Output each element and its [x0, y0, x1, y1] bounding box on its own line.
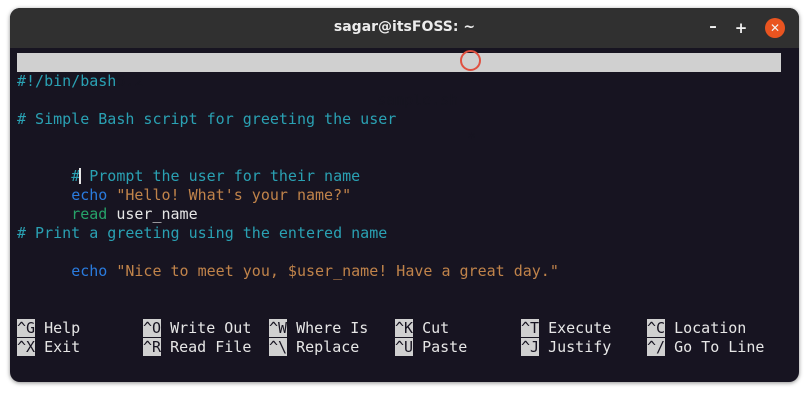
shortcut-key: ^T — [521, 319, 540, 337]
shortcut-label: Paste — [413, 338, 468, 356]
shortcut-help[interactable]: ^G Help — [17, 319, 80, 338]
shortcut-label: Replace — [287, 338, 360, 356]
code-line-comment-prompt[interactable]: # Prompt the user for their name — [17, 148, 360, 185]
code-line-echo-2[interactable]: echo "Nice to meet you, $user_name! Have… — [17, 243, 559, 280]
shortcut-exit[interactable]: ^X Exit — [17, 338, 80, 357]
code-line-comment-print[interactable]: # Print a greeting using the entered nam… — [17, 224, 387, 243]
minimize-button[interactable]: – — [703, 16, 723, 36]
shortcut-label: Go To Line — [665, 338, 765, 356]
shortcut-label: Justify — [539, 338, 612, 356]
code-line-echo-1[interactable]: echo "Hello! What's your name?" — [17, 167, 351, 204]
code-line-read[interactable]: read user_name — [17, 186, 197, 223]
shortcut-key: ^U — [395, 338, 414, 356]
shortcut-go-to-line[interactable]: ^/ Go To Line — [647, 338, 764, 357]
shortcut-key: ^R — [143, 338, 162, 356]
terminal-area[interactable]: GNU nano 6.2 sample.sh * #!/bin/bash # S… — [10, 48, 799, 382]
maximize-button[interactable]: + — [731, 18, 751, 38]
modified-indicator: * — [467, 129, 477, 147]
shortcut-key: ^W — [269, 319, 288, 337]
shortcut-key: ^G — [17, 319, 36, 337]
read-variable: user_name — [107, 205, 198, 223]
shortcut-key: ^/ — [647, 338, 666, 356]
echo-string: "Nice to meet you, $user_name! Have a gr… — [107, 262, 559, 280]
shortcut-replace[interactable]: ^\ Replace — [269, 338, 359, 357]
shortcut-label: Cut — [413, 319, 450, 337]
file-name: sample.sh — [377, 91, 459, 109]
shortcut-key: ^\ — [269, 338, 288, 356]
code-line-comment[interactable]: # Simple Bash script for greeting the us… — [17, 110, 396, 129]
close-button[interactable]: ✕ — [765, 18, 785, 38]
nano-header-bar: GNU nano 6.2 sample.sh * — [17, 50, 781, 147]
shortcut-label: Where Is — [287, 319, 369, 337]
shortcut-label: Execute — [539, 319, 612, 337]
window-title: sagar@itsFOSS: ~ — [333, 19, 476, 35]
shortcut-key: ^K — [395, 319, 414, 337]
code-line-shebang[interactable]: #!/bin/bash — [17, 72, 116, 91]
shortcut-paste[interactable]: ^U Paste — [395, 338, 467, 357]
shortcut-label: Help — [35, 319, 81, 337]
shortcut-read-file[interactable]: ^R Read File — [143, 338, 251, 357]
shortcut-label: Exit — [35, 338, 81, 356]
shortcut-where-is[interactable]: ^W Where Is — [269, 319, 368, 338]
shortcut-key: ^C — [647, 319, 666, 337]
read-keyword: read — [71, 205, 108, 223]
shortcut-justify[interactable]: ^J Justify — [521, 338, 611, 357]
shortcut-location[interactable]: ^C Location — [647, 319, 746, 338]
shortcut-label: Write Out — [161, 319, 252, 337]
shortcut-cut[interactable]: ^K Cut — [395, 319, 449, 338]
shortcut-label: Location — [665, 319, 747, 337]
modified-highlight-circle — [460, 50, 481, 71]
title-bar[interactable]: sagar@itsFOSS: ~ – + ✕ — [10, 8, 799, 48]
shortcut-key: ^O — [143, 319, 162, 337]
shortcut-key: ^J — [521, 338, 540, 356]
echo-keyword: echo — [71, 262, 108, 280]
terminal-window: sagar@itsFOSS: ~ – + ✕ GNU nano 6.2 samp… — [10, 8, 799, 382]
shortcut-label: Read File — [161, 338, 252, 356]
shortcut-write-out[interactable]: ^O Write Out — [143, 319, 251, 338]
shortcut-key: ^X — [17, 338, 36, 356]
shortcut-execute[interactable]: ^T Execute — [521, 319, 611, 338]
